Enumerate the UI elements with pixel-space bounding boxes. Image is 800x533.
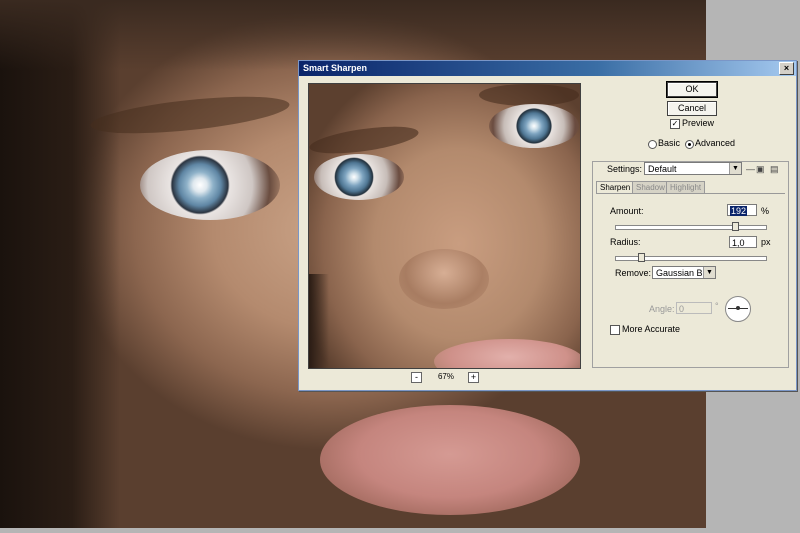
amount-field[interactable]: 192 [727,204,757,216]
more-accurate-label: More Accurate [622,324,681,334]
zoom-in-button[interactable]: + [468,372,479,383]
angle-field: 0 [676,302,712,314]
preview-eyebrow-right [479,84,579,106]
chevron-down-icon: ▼ [703,267,715,278]
close-icon[interactable]: × [779,62,794,75]
delete-settings-icon[interactable]: ▤ [770,164,779,174]
dialog-title[interactable]: Smart Sharpen [299,61,796,76]
cancel-button[interactable]: Cancel [667,101,717,116]
settings-label: Settings: [607,164,643,174]
smart-sharpen-dialog: Smart Sharpen × - 67% + OK Cancel ✓ Prev… [298,60,797,391]
amount-slider-thumb[interactable] [732,222,739,231]
advanced-radio[interactable] [685,140,694,149]
amount-slider[interactable] [615,222,767,231]
preview-image[interactable] [308,83,581,369]
settings-value: Default [648,164,677,174]
more-accurate-checkbox[interactable] [610,325,620,335]
basic-radio[interactable] [648,140,657,149]
zoom-controls: - 67% + [411,372,481,383]
photo-lips [320,405,580,515]
basic-label: Basic [658,138,681,148]
remove-dropdown[interactable]: Gaussian Blur ▼ [652,266,716,279]
preview-checkbox[interactable]: ✓ [670,119,680,129]
preview-eye-left [314,154,404,200]
settings-menu-icon[interactable]: — [746,164,755,174]
settings-dropdown[interactable]: Default ▼ [644,162,742,175]
angle-dial-icon [725,296,751,322]
preview-lips [434,339,580,368]
radius-label: Radius: [610,237,641,247]
remove-label: Remove: [615,268,652,278]
tab-shadow[interactable]: Shadow [632,181,669,193]
amount-value: 192 [730,206,748,216]
radius-field[interactable]: 1,0 [729,236,757,248]
zoom-level: 67% [437,372,454,381]
preview-label: Preview [682,118,715,128]
zoom-out-button[interactable]: - [411,372,422,383]
amount-label: Amount: [610,206,644,216]
photo-eye [140,150,280,220]
chevron-down-icon: ▼ [729,163,741,174]
preview-eye-right [489,104,579,148]
amount-unit: % [761,206,770,216]
radius-slider[interactable] [615,253,767,262]
preview-nose [399,249,489,309]
angle-unit: ° [715,301,719,311]
preview-eyebrow-left [309,121,420,159]
radius-slider-thumb[interactable] [638,253,645,262]
tab-highlight[interactable]: Highlight [666,181,706,193]
save-settings-icon[interactable]: ▣ [756,164,765,174]
advanced-label: Advanced [695,138,736,148]
preview-hair [309,274,329,368]
angle-label: Angle: [649,304,675,314]
ok-button[interactable]: OK [666,81,718,98]
photo-hair [0,0,120,528]
radius-unit: px [761,237,771,247]
